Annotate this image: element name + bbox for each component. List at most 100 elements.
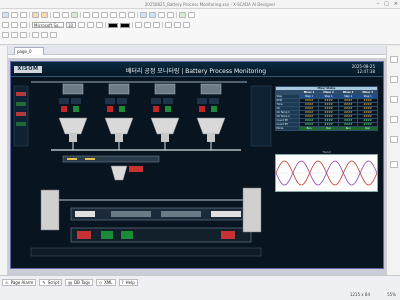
grid-icon[interactable] <box>183 22 190 28</box>
status-indicator <box>16 112 26 116</box>
tab-db-tags[interactable]: ▤ DB Tags <box>65 279 94 286</box>
align-right-icon[interactable] <box>101 12 108 18</box>
font-name-select[interactable]: Microsoft Sa... <box>32 22 64 28</box>
toolbar-separator <box>162 22 163 28</box>
hmi-datetime: 2025-08-25 12:47:38 <box>352 64 375 74</box>
tab-script[interactable]: ✎ Script <box>39 279 63 286</box>
bottom-status-strip <box>30 247 262 257</box>
align-top-icon[interactable] <box>110 12 117 18</box>
ungroup-icon[interactable] <box>149 12 156 18</box>
mixer-2[interactable] <box>104 83 134 142</box>
cut-icon[interactable] <box>53 12 60 18</box>
canvas-size-label: 1215 x 84 <box>349 292 370 297</box>
new-file-icon[interactable] <box>2 12 9 18</box>
hmi-time: 12:47:38 <box>357 69 375 74</box>
hmi-screen[interactable]: XISOM 배터리 공정 모니터링 | Battery Process Moni… <box>10 61 384 269</box>
bring-front-icon[interactable] <box>158 12 165 18</box>
distribute-v-icon[interactable] <box>41 32 48 38</box>
send-back-icon[interactable] <box>167 12 174 18</box>
help-icon[interactable] <box>390 161 398 168</box>
distribute-h-icon[interactable] <box>32 32 39 38</box>
cell: Run <box>318 126 339 131</box>
trend-plot <box>275 160 378 186</box>
hopper[interactable] <box>110 165 128 181</box>
fit-icon[interactable] <box>20 32 27 38</box>
undo-icon[interactable] <box>32 12 39 18</box>
design-canvas[interactable]: XISOM 배터리 공정 모니터링 | Battery Process Moni… <box>8 59 386 275</box>
status-bar: ⚠ Page Alarm ✎ Script ▤ DB Tags ◇ XML ? Help … <box>0 275 400 300</box>
script-icon: ✎ <box>42 279 46 285</box>
status-indicator <box>16 92 26 96</box>
maximize-icon[interactable]: □ <box>384 1 389 7</box>
italic-icon[interactable] <box>87 22 94 28</box>
zoom-in-icon[interactable] <box>2 32 9 38</box>
toolbar-separator <box>105 22 106 28</box>
mixer-3[interactable] <box>150 83 180 142</box>
window-controls: – □ × <box>377 1 398 7</box>
redo-icon[interactable] <box>41 12 48 18</box>
status-indicator <box>16 122 26 126</box>
align-center-icon[interactable] <box>92 12 99 18</box>
layer-icon[interactable] <box>165 22 172 28</box>
tab-page-alarm[interactable]: ⚠ Page Alarm <box>2 279 37 286</box>
right-info-panel <box>250 85 272 147</box>
ribbon-row-3 <box>2 31 57 39</box>
alarm-icon: ⚠ <box>5 279 9 285</box>
mixer-4[interactable] <box>196 83 226 142</box>
explorer-icon[interactable] <box>390 136 398 143</box>
fill-color-swatch[interactable] <box>108 22 118 28</box>
text-align-right-icon[interactable] <box>153 22 160 28</box>
stop-icon[interactable] <box>188 12 195 18</box>
line-tool-icon[interactable] <box>11 22 18 28</box>
align-left-icon[interactable] <box>83 12 90 18</box>
text-align-left-icon[interactable] <box>135 22 142 28</box>
zoom-level[interactable]: 55% <box>387 292 396 297</box>
align-middle-icon[interactable] <box>119 12 126 18</box>
mixer-status-table: Mixer Status Mixer 1 Mixer 2 Mixer 3 Mix… <box>275 86 378 131</box>
save-icon[interactable] <box>20 12 27 18</box>
status-indicator <box>16 102 26 106</box>
rect-tool-icon[interactable] <box>20 22 27 28</box>
copy-icon[interactable] <box>62 12 69 18</box>
text-align-center-icon[interactable] <box>144 22 151 28</box>
tank-right[interactable] <box>242 187 262 233</box>
library-icon[interactable] <box>390 96 398 103</box>
properties-icon[interactable] <box>390 56 398 63</box>
xml-icon: ◇ <box>99 279 103 285</box>
minimize-icon[interactable]: – <box>377 1 380 7</box>
ribbon-toolbar: Microsoft Sa... 10 <box>0 9 400 45</box>
toolbar-separator <box>50 12 51 18</box>
font-size-select[interactable]: 10 <box>66 22 76 28</box>
window-title: 20250825_Battery Process Monitoring.xsx … <box>144 2 276 7</box>
help-icon: ? <box>121 279 124 285</box>
tab-help[interactable]: ? Help <box>118 279 138 286</box>
bold-icon[interactable] <box>78 22 85 28</box>
cell: Run <box>337 126 359 131</box>
company-logo: XISOM <box>14 66 42 73</box>
tags-icon[interactable] <box>390 76 398 83</box>
underline-icon[interactable] <box>96 22 103 28</box>
close-icon[interactable]: × <box>394 1 398 7</box>
tank-left[interactable] <box>40 189 60 231</box>
layers-icon[interactable] <box>390 116 398 123</box>
mixer-1[interactable] <box>58 83 88 142</box>
tab-page-0[interactable]: page_0 <box>14 47 44 55</box>
open-file-icon[interactable] <box>11 12 18 18</box>
zoom-out-icon[interactable] <box>11 32 18 38</box>
hmi-title: 배터리 공정 모니터링 | Battery Process Monitoring <box>125 68 267 75</box>
cell: Run <box>298 126 320 131</box>
run-icon[interactable] <box>179 12 186 18</box>
line-color-swatch[interactable] <box>120 22 130 28</box>
tab-xml[interactable]: ◇ XML <box>96 279 116 286</box>
group-icon[interactable] <box>140 12 147 18</box>
designer-window: 20250825_Battery Process Monitoring.xsx … <box>0 0 400 300</box>
paste-icon[interactable] <box>71 12 78 18</box>
trend-chart[interactable] <box>275 154 378 192</box>
align-bottom-icon[interactable] <box>128 12 135 18</box>
same-size-icon[interactable] <box>50 32 57 38</box>
middle-conveyor[interactable] <box>62 155 160 163</box>
toolbar-separator <box>132 22 133 28</box>
pointer-icon[interactable] <box>2 22 9 28</box>
lock-icon[interactable] <box>174 22 181 28</box>
toolbar-separator <box>176 12 177 18</box>
